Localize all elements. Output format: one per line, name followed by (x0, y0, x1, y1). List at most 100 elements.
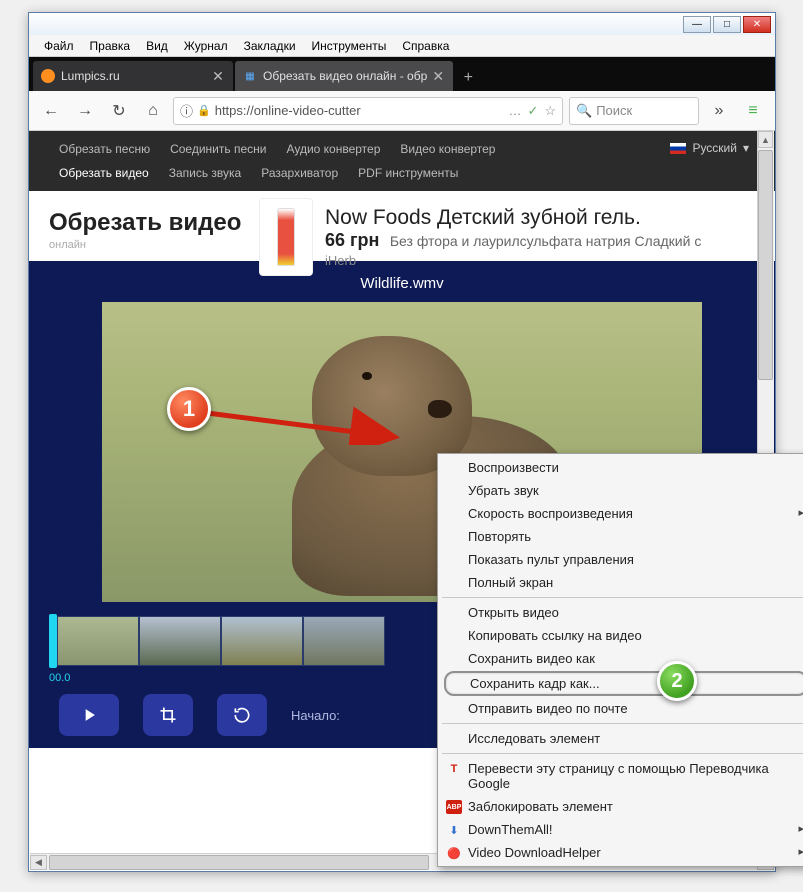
url-actions: … ✓ ☆ (508, 103, 556, 119)
flag-ru-icon (670, 143, 686, 154)
separator (442, 597, 803, 598)
ctx-show-controls[interactable]: Показать пульт управления (440, 548, 803, 571)
menu-tools[interactable]: Инструменты (305, 37, 394, 55)
annotation-step-1: 1 (167, 387, 211, 431)
ctx-open-video[interactable]: Открыть видео (440, 601, 803, 624)
tab-title: Lumpics.ru (61, 69, 207, 83)
start-label: Начало: (291, 708, 340, 723)
crop-icon (158, 705, 178, 725)
tab-close-icon[interactable]: ✕ (431, 69, 445, 83)
crop-button[interactable] (143, 694, 193, 736)
timeline-thumb[interactable] (57, 616, 139, 666)
tab-video-cutter[interactable]: ▦ Обрезать видео онлайн - обр ✕ (235, 61, 453, 91)
play-button[interactable] (59, 694, 119, 736)
nav-audio-conv[interactable]: Аудио конвертер (276, 138, 390, 160)
close-button[interactable]: ✕ (743, 16, 771, 33)
reload-button[interactable]: ↻ (105, 97, 133, 125)
ctx-dta[interactable]: ⬇DownThemAll! (440, 818, 803, 841)
ctx-send-video[interactable]: Отправить видео по почте (440, 697, 803, 720)
scroll-left-button[interactable]: ◀ (30, 855, 47, 870)
tab-bar: Lumpics.ru ✕ ▦ Обрезать видео онлайн - о… (29, 57, 775, 91)
tab-close-icon[interactable]: ✕ (211, 69, 225, 83)
home-button[interactable]: ⌂ (139, 97, 167, 125)
browser-window: — □ ✕ Файл Правка Вид Журнал Закладки Ин… (28, 12, 776, 872)
ctx-save-frame[interactable]: Сохранить кадр как... (444, 671, 803, 696)
scroll-up-button[interactable]: ▲ (758, 131, 773, 148)
ad-seller: iHerb (325, 253, 701, 268)
ctx-fullscreen[interactable]: Полный экран (440, 571, 803, 594)
separator (442, 753, 803, 754)
ctx-play[interactable]: Воспроизвести (440, 456, 803, 479)
language-selector[interactable]: Русский ▾ (670, 141, 749, 155)
search-placeholder: Поиск (596, 103, 632, 118)
nav-record[interactable]: Запись звука (159, 162, 252, 184)
back-button[interactable]: ← (37, 97, 65, 125)
context-menu: Воспроизвести Убрать звук Скорость воспр… (437, 453, 803, 867)
scroll-thumb[interactable] (758, 150, 773, 380)
url-ellipsis-icon[interactable]: … (508, 103, 521, 119)
ctx-vdh[interactable]: 🔴Video DownloadHelper (440, 841, 803, 864)
favicon-icon: ▦ (243, 69, 257, 83)
bookmark-star-icon[interactable]: ☆ (544, 103, 556, 119)
nav-cut-video[interactable]: Обрезать видео (49, 162, 159, 184)
hero-section: Обрезать видео онлайн Now Foods Детский … (29, 191, 775, 261)
timeline-thumb[interactable] (221, 616, 303, 666)
vdh-icon: 🔴 (446, 845, 462, 861)
annotation-step-2: 2 (657, 661, 697, 701)
menu-history[interactable]: Журнал (177, 37, 235, 55)
window-titlebar: — □ ✕ (29, 13, 775, 35)
maximize-button[interactable]: □ (713, 16, 741, 33)
rotate-button[interactable] (217, 694, 267, 736)
ctx-inspect[interactable]: Исследовать элемент (440, 727, 803, 750)
menu-file[interactable]: Файл (37, 37, 81, 55)
menu-edit[interactable]: Правка (83, 37, 138, 55)
ad-block[interactable]: Now Foods Детский зубной гель. 66 грн Бе… (259, 197, 765, 277)
minimize-button[interactable]: — (683, 16, 711, 33)
address-bar[interactable]: ⓘ 🔒 https://online-video-cutter … ✓ ☆ (173, 97, 563, 125)
menu-button[interactable]: ≡ (739, 97, 767, 125)
ad-text: Now Foods Детский зубной гель. 66 грн Бе… (325, 206, 701, 268)
timeline-thumb[interactable] (139, 616, 221, 666)
overflow-button[interactable]: » (705, 97, 733, 125)
nav-toolbar: ← → ↻ ⌂ ⓘ 🔒 https://online-video-cutter … (29, 91, 775, 131)
site-nav: Обрезать песню Соединить песни Аудио кон… (29, 131, 775, 191)
menu-view[interactable]: Вид (139, 37, 175, 55)
ctx-save-video[interactable]: Сохранить видео как (440, 647, 803, 670)
nav-video-conv[interactable]: Видео конвертер (390, 138, 505, 160)
search-bar[interactable]: 🔍 Поиск (569, 97, 699, 125)
ctx-loop[interactable]: Повторять (440, 525, 803, 548)
rotate-icon (232, 705, 252, 725)
nav-cut-song[interactable]: Обрезать песню (49, 138, 160, 160)
menu-bar: Файл Правка Вид Журнал Закладки Инструме… (29, 35, 775, 57)
tab-title: Обрезать видео онлайн - обр (263, 69, 427, 83)
timeline-start-handle[interactable] (49, 614, 57, 668)
separator (442, 723, 803, 724)
ctx-copy-link[interactable]: Копировать ссылку на видео (440, 624, 803, 647)
forward-button[interactable]: → (71, 97, 99, 125)
ctx-mute[interactable]: Убрать звук (440, 479, 803, 502)
menu-bookmarks[interactable]: Закладки (237, 37, 303, 55)
site-info-icon[interactable]: ⓘ (180, 101, 193, 120)
dta-icon: ⬇ (446, 822, 462, 838)
abp-icon: ABP (446, 800, 462, 814)
ctx-translate[interactable]: TПеревести эту страницу с помощью Перево… (440, 757, 803, 795)
caret-down-icon: ▾ (743, 141, 749, 155)
url-text: https://online-video-cutter (215, 103, 505, 118)
favicon-icon (41, 69, 55, 83)
timeline-thumb[interactable] (303, 616, 385, 666)
nav-unzip[interactable]: Разархиватор (251, 162, 348, 184)
nav-pdf[interactable]: PDF инструменты (348, 162, 468, 184)
ctx-adblock[interactable]: ABPЗаблокировать элемент (440, 795, 803, 818)
ad-desc: Без фтора и лаурилсульфата натрия Сладки… (390, 233, 702, 249)
translate-icon: T (446, 761, 462, 777)
play-icon (79, 705, 99, 725)
nav-join-songs[interactable]: Соединить песни (160, 138, 276, 160)
ad-price: 66 грн (325, 230, 379, 250)
ad-image (259, 198, 313, 276)
tab-lumpics[interactable]: Lumpics.ru ✕ (33, 61, 233, 91)
ad-title: Now Foods Детский зубной гель. (325, 206, 701, 230)
new-tab-button[interactable]: + (455, 65, 481, 91)
scroll-thumb[interactable] (49, 855, 429, 870)
ctx-speed[interactable]: Скорость воспроизведения (440, 502, 803, 525)
menu-help[interactable]: Справка (395, 37, 456, 55)
